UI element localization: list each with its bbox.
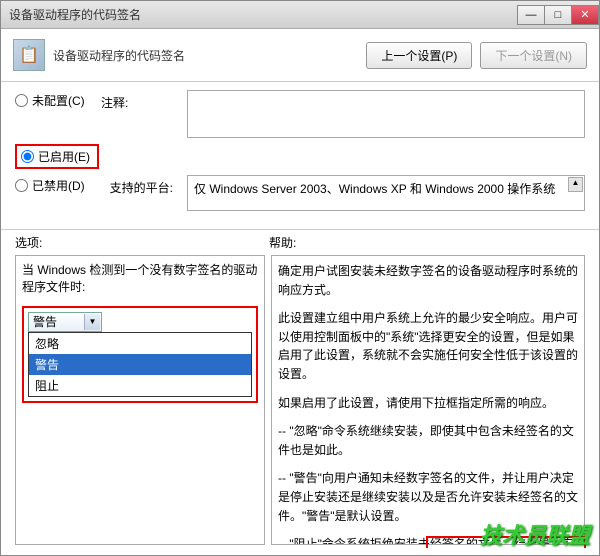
radio-unconfigured[interactable]: 未配置(C) [15, 90, 95, 109]
enabled-row: 已启用(E) [15, 144, 585, 169]
dropdown-value: 警告 [33, 313, 57, 330]
window-controls: — □ ✕ [518, 5, 599, 25]
radio-disabled-input[interactable] [15, 179, 28, 192]
unconfigured-row: 未配置(C) 注释: [15, 90, 585, 138]
help-label: 帮助: [269, 234, 296, 251]
disabled-row: 已禁用(D) 支持的平台: 仅 Windows Server 2003、Wind… [15, 175, 585, 211]
radio-disabled[interactable]: 已禁用(D) [15, 175, 95, 194]
radio-enabled-input[interactable] [21, 150, 34, 163]
config-area: 未配置(C) 注释: 已启用(E) 已禁用(D) 支持的平台: 仅 Window… [1, 82, 599, 229]
next-setting-button[interactable]: 下一个设置(N) [480, 42, 587, 69]
dialog-window: 设备驱动程序的代码签名 — □ ✕ 📋 设备驱动程序的代码签名 上一个设置(P)… [0, 0, 600, 556]
platform-text: 仅 Windows Server 2003、Windows XP 和 Windo… [187, 175, 585, 211]
options-panel: 当 Windows 检测到一个没有数字签名的驱动程序文件时: 警告 ▼ 忽略 警… [15, 255, 265, 545]
window-title: 设备驱动程序的代码签名 [9, 6, 518, 23]
header-title: 设备驱动程序的代码签名 [53, 47, 358, 64]
comment-textarea[interactable] [187, 90, 585, 138]
close-button[interactable]: ✕ [571, 5, 599, 25]
header-panel: 📋 设备驱动程序的代码签名 上一个设置(P) 下一个设置(N) [1, 29, 599, 82]
radio-disabled-label: 已禁用(D) [32, 177, 85, 194]
radio-enabled-label: 已启用(E) [38, 148, 90, 165]
maximize-button[interactable]: □ [544, 5, 572, 25]
dropdown-option-warn[interactable]: 警告 [29, 354, 251, 375]
platform-value: 仅 Windows Server 2003、Windows XP 和 Windo… [194, 182, 555, 196]
help-p1: 确定用户试图安装未经数字签名的设备驱动程序时系统的响应方式。 [278, 262, 578, 299]
titlebar: 设备驱动程序的代码签名 — □ ✕ [1, 1, 599, 29]
dropdown-list: 忽略 警告 阻止 [28, 332, 252, 397]
help-p5: -- "警告"向用户通知未经数字签名的文件，并让用户决定是停止安装还是继续安装以… [278, 469, 578, 525]
help-p4: -- "忽略"命令系统继续安装，即使其中包含未经签名的文件也是如此。 [278, 422, 578, 459]
action-dropdown[interactable]: 警告 ▼ [28, 312, 102, 332]
help-text: 确定用户试图安装未经数字签名的设备驱动程序时系统的响应方式。 此设置建立组中用户… [278, 262, 578, 545]
radio-enabled[interactable]: 已启用(E) [15, 144, 99, 169]
chevron-down-icon: ▼ [84, 314, 100, 330]
help-p3: 如果启用了此设置，请使用下拉框指定所需的响应。 [278, 394, 578, 413]
dropdown-highlight-outer: 警告 ▼ 忽略 警告 阻止 [22, 306, 258, 403]
help-p2: 此设置建立组中用户系统上允许的最少安全响应。用户可以使用控制面板中的"系统"选择… [278, 309, 578, 383]
detection-text: 当 Windows 检测到一个没有数字签名的驱动程序文件时: [22, 262, 258, 296]
policy-icon: 📋 [13, 39, 45, 71]
comment-label: 注释: [101, 90, 181, 111]
dropdown-option-ignore[interactable]: 忽略 [29, 333, 251, 354]
watermark-text: 技术员联盟 [480, 518, 590, 550]
minimize-button[interactable]: — [517, 5, 545, 25]
options-label: 选项: [15, 234, 269, 251]
dropdown-option-block[interactable]: 阻止 [29, 375, 251, 396]
radio-unconfigured-input[interactable] [15, 94, 28, 107]
platform-label: 支持的平台: [101, 175, 181, 196]
split-area: 当 Windows 检测到一个没有数字签名的驱动程序文件时: 警告 ▼ 忽略 警… [1, 255, 599, 555]
radio-unconfigured-label: 未配置(C) [32, 92, 85, 109]
help-panel: 确定用户试图安装未经数字签名的设备驱动程序时系统的响应方式。 此设置建立组中用户… [271, 255, 585, 545]
section-labels: 选项: 帮助: [1, 229, 599, 255]
scroll-up-icon[interactable]: ▲ [568, 177, 583, 192]
previous-setting-button[interactable]: 上一个设置(P) [366, 42, 472, 69]
